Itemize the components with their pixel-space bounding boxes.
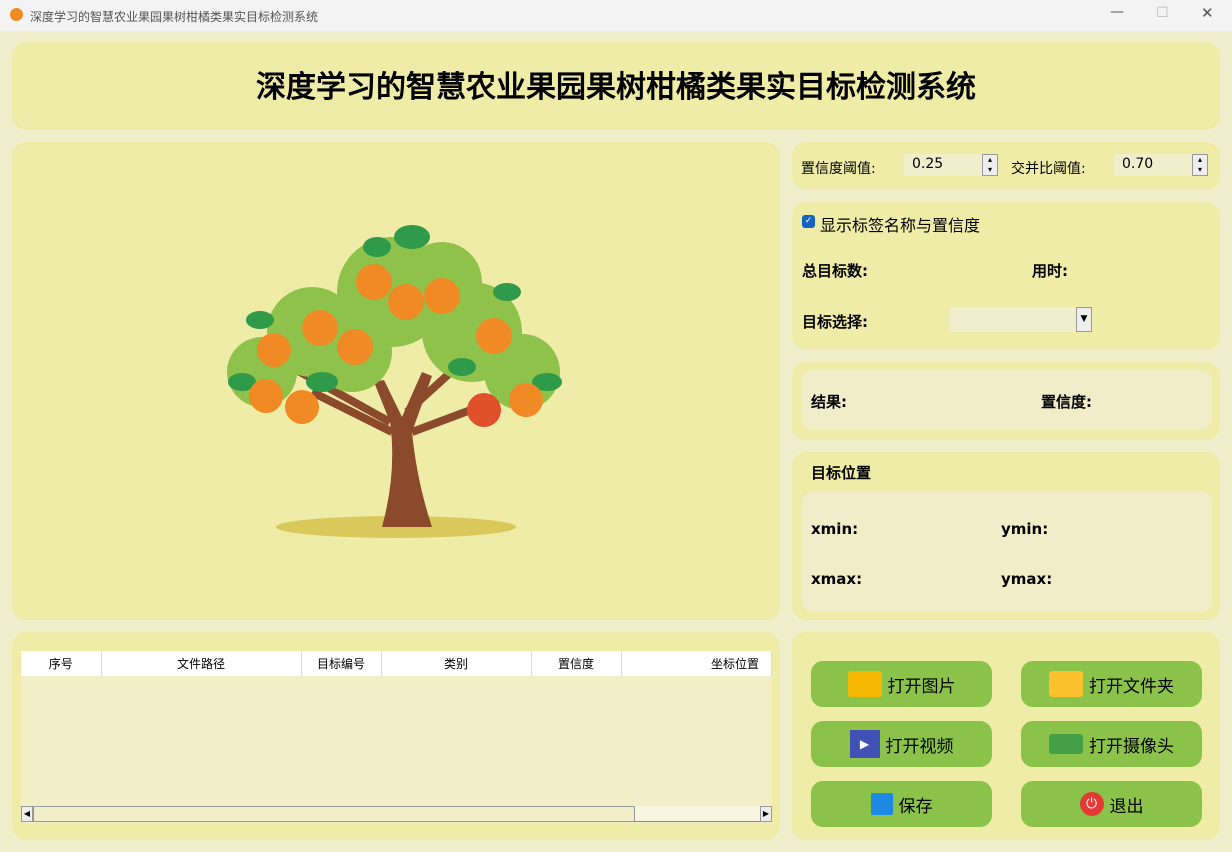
horizontal-scrollbar[interactable]: ◀ ▶ bbox=[21, 806, 772, 822]
column-header-target-id[interactable]: 目标编号 bbox=[301, 651, 382, 676]
open-image-label: 打开图片 bbox=[887, 676, 956, 697]
iou-threshold-value: 0.70 bbox=[1122, 156, 1154, 172]
orange-tree-image bbox=[227, 225, 562, 538]
time-label: 用时: bbox=[1032, 262, 1068, 280]
threshold-panel: 置信度阈值: 0.25 ▴ ▾ 交并比阈值: 0.70 ▴ ▾ bbox=[792, 142, 1220, 190]
open-video-button[interactable]: ▶ 打开视频 bbox=[811, 721, 992, 767]
result-panel: 结果: 置信度: bbox=[792, 362, 1220, 440]
xmin-label: xmin: bbox=[811, 520, 859, 538]
options-panel: ✓ 显示标签名称与置信度 总目标数: 用时: 目标选择: ▼ bbox=[792, 202, 1220, 350]
actions-panel: 打开图片 打开文件夹 ▶ 打开视频 打开摄像头 保存 ⏻ 退出 bbox=[792, 632, 1220, 840]
show-labels-label: 显示标签名称与置信度 bbox=[820, 216, 981, 235]
exit-button[interactable]: ⏻ 退出 bbox=[1021, 781, 1202, 827]
camera-icon bbox=[1049, 734, 1083, 754]
open-folder-label: 打开文件夹 bbox=[1089, 676, 1174, 697]
column-header-confidence[interactable]: 置信度 bbox=[531, 651, 622, 676]
result-label: 结果: bbox=[811, 393, 847, 411]
close-button[interactable]: ✕ bbox=[1201, 4, 1214, 22]
header-panel: 深度学习的智慧农业果园果树柑橘类果实目标检测系统 bbox=[12, 42, 1220, 130]
result-box: 结果: 置信度: bbox=[802, 370, 1212, 430]
conf-threshold-spinbox[interactable]: 0.25 ▴ ▾ bbox=[904, 154, 998, 176]
spin-arrows-icon[interactable]: ▴ ▾ bbox=[1192, 154, 1208, 176]
results-table-panel: 序号 文件路径 目标编号 类别 置信度 坐标位置 ◀ ▶ bbox=[12, 632, 780, 840]
folder-icon bbox=[1049, 671, 1083, 697]
video-icon: ▶ bbox=[849, 730, 880, 758]
open-camera-button[interactable]: 打开摄像头 bbox=[1021, 721, 1202, 767]
scroll-left-icon[interactable]: ◀ bbox=[21, 806, 33, 822]
minimize-button[interactable]: — bbox=[1110, 4, 1124, 20]
column-header-path[interactable]: 文件路径 bbox=[101, 651, 302, 676]
image-icon bbox=[847, 671, 882, 697]
open-folder-button[interactable]: 打开文件夹 bbox=[1021, 661, 1202, 707]
open-video-label: 打开视频 bbox=[885, 736, 954, 757]
window-title: 深度学习的智慧农业果园果树柑橘类果实目标检测系统 bbox=[30, 10, 319, 24]
total-targets-label: 总目标数: bbox=[802, 262, 868, 280]
position-title: 目标位置 bbox=[811, 464, 872, 482]
power-icon: ⏻ bbox=[1079, 792, 1104, 816]
app-icon bbox=[10, 8, 23, 21]
xmax-label: xmax: bbox=[811, 570, 863, 588]
target-select-label: 目标选择: bbox=[802, 313, 868, 331]
title-bar: 深度学习的智慧农业果园果树柑橘类果实目标检测系统 — ☐ ✕ bbox=[0, 0, 1232, 31]
maximize-button[interactable]: ☐ bbox=[1156, 5, 1169, 21]
exit-label: 退出 bbox=[1109, 796, 1144, 817]
iou-threshold-label: 交并比阈值: bbox=[1011, 161, 1086, 177]
spin-arrows-icon[interactable]: ▴ ▾ bbox=[982, 154, 998, 176]
column-header-class[interactable]: 类别 bbox=[381, 651, 532, 676]
conf-threshold-value: 0.25 bbox=[912, 156, 944, 172]
open-image-button[interactable]: 打开图片 bbox=[811, 661, 992, 707]
save-button[interactable]: 保存 bbox=[811, 781, 992, 827]
ymax-label: ymax: bbox=[1001, 570, 1053, 588]
save-icon bbox=[870, 793, 893, 815]
confidence-label: 置信度: bbox=[1041, 393, 1092, 411]
chevron-down-icon[interactable]: ▼ bbox=[1076, 307, 1092, 332]
column-header-coordinates[interactable]: 坐标位置 bbox=[621, 651, 772, 676]
page-title: 深度学习的智慧农业果园果树柑橘类果实目标检测系统 bbox=[256, 70, 976, 105]
column-header-index[interactable]: 序号 bbox=[21, 651, 102, 676]
ymin-label: ymin: bbox=[1001, 520, 1049, 538]
scroll-right-icon[interactable]: ▶ bbox=[760, 806, 772, 822]
results-table[interactable]: 序号 文件路径 目标编号 类别 置信度 坐标位置 ◀ ▶ bbox=[21, 651, 772, 823]
position-panel: 目标位置 xmin: ymin: xmax: ymax: bbox=[792, 452, 1220, 620]
position-box: xmin: ymin: xmax: ymax: bbox=[802, 492, 1212, 612]
scrollbar-thumb[interactable] bbox=[33, 806, 635, 822]
open-camera-label: 打开摄像头 bbox=[1089, 736, 1174, 757]
show-labels-checkbox[interactable]: ✓ bbox=[802, 215, 815, 228]
conf-threshold-label: 置信度阈值: bbox=[801, 161, 876, 177]
target-select-dropdown[interactable]: ▼ bbox=[950, 307, 1092, 332]
iou-threshold-spinbox[interactable]: 0.70 ▴ ▾ bbox=[1114, 154, 1208, 176]
save-label: 保存 bbox=[898, 796, 933, 817]
image-display bbox=[12, 142, 780, 620]
